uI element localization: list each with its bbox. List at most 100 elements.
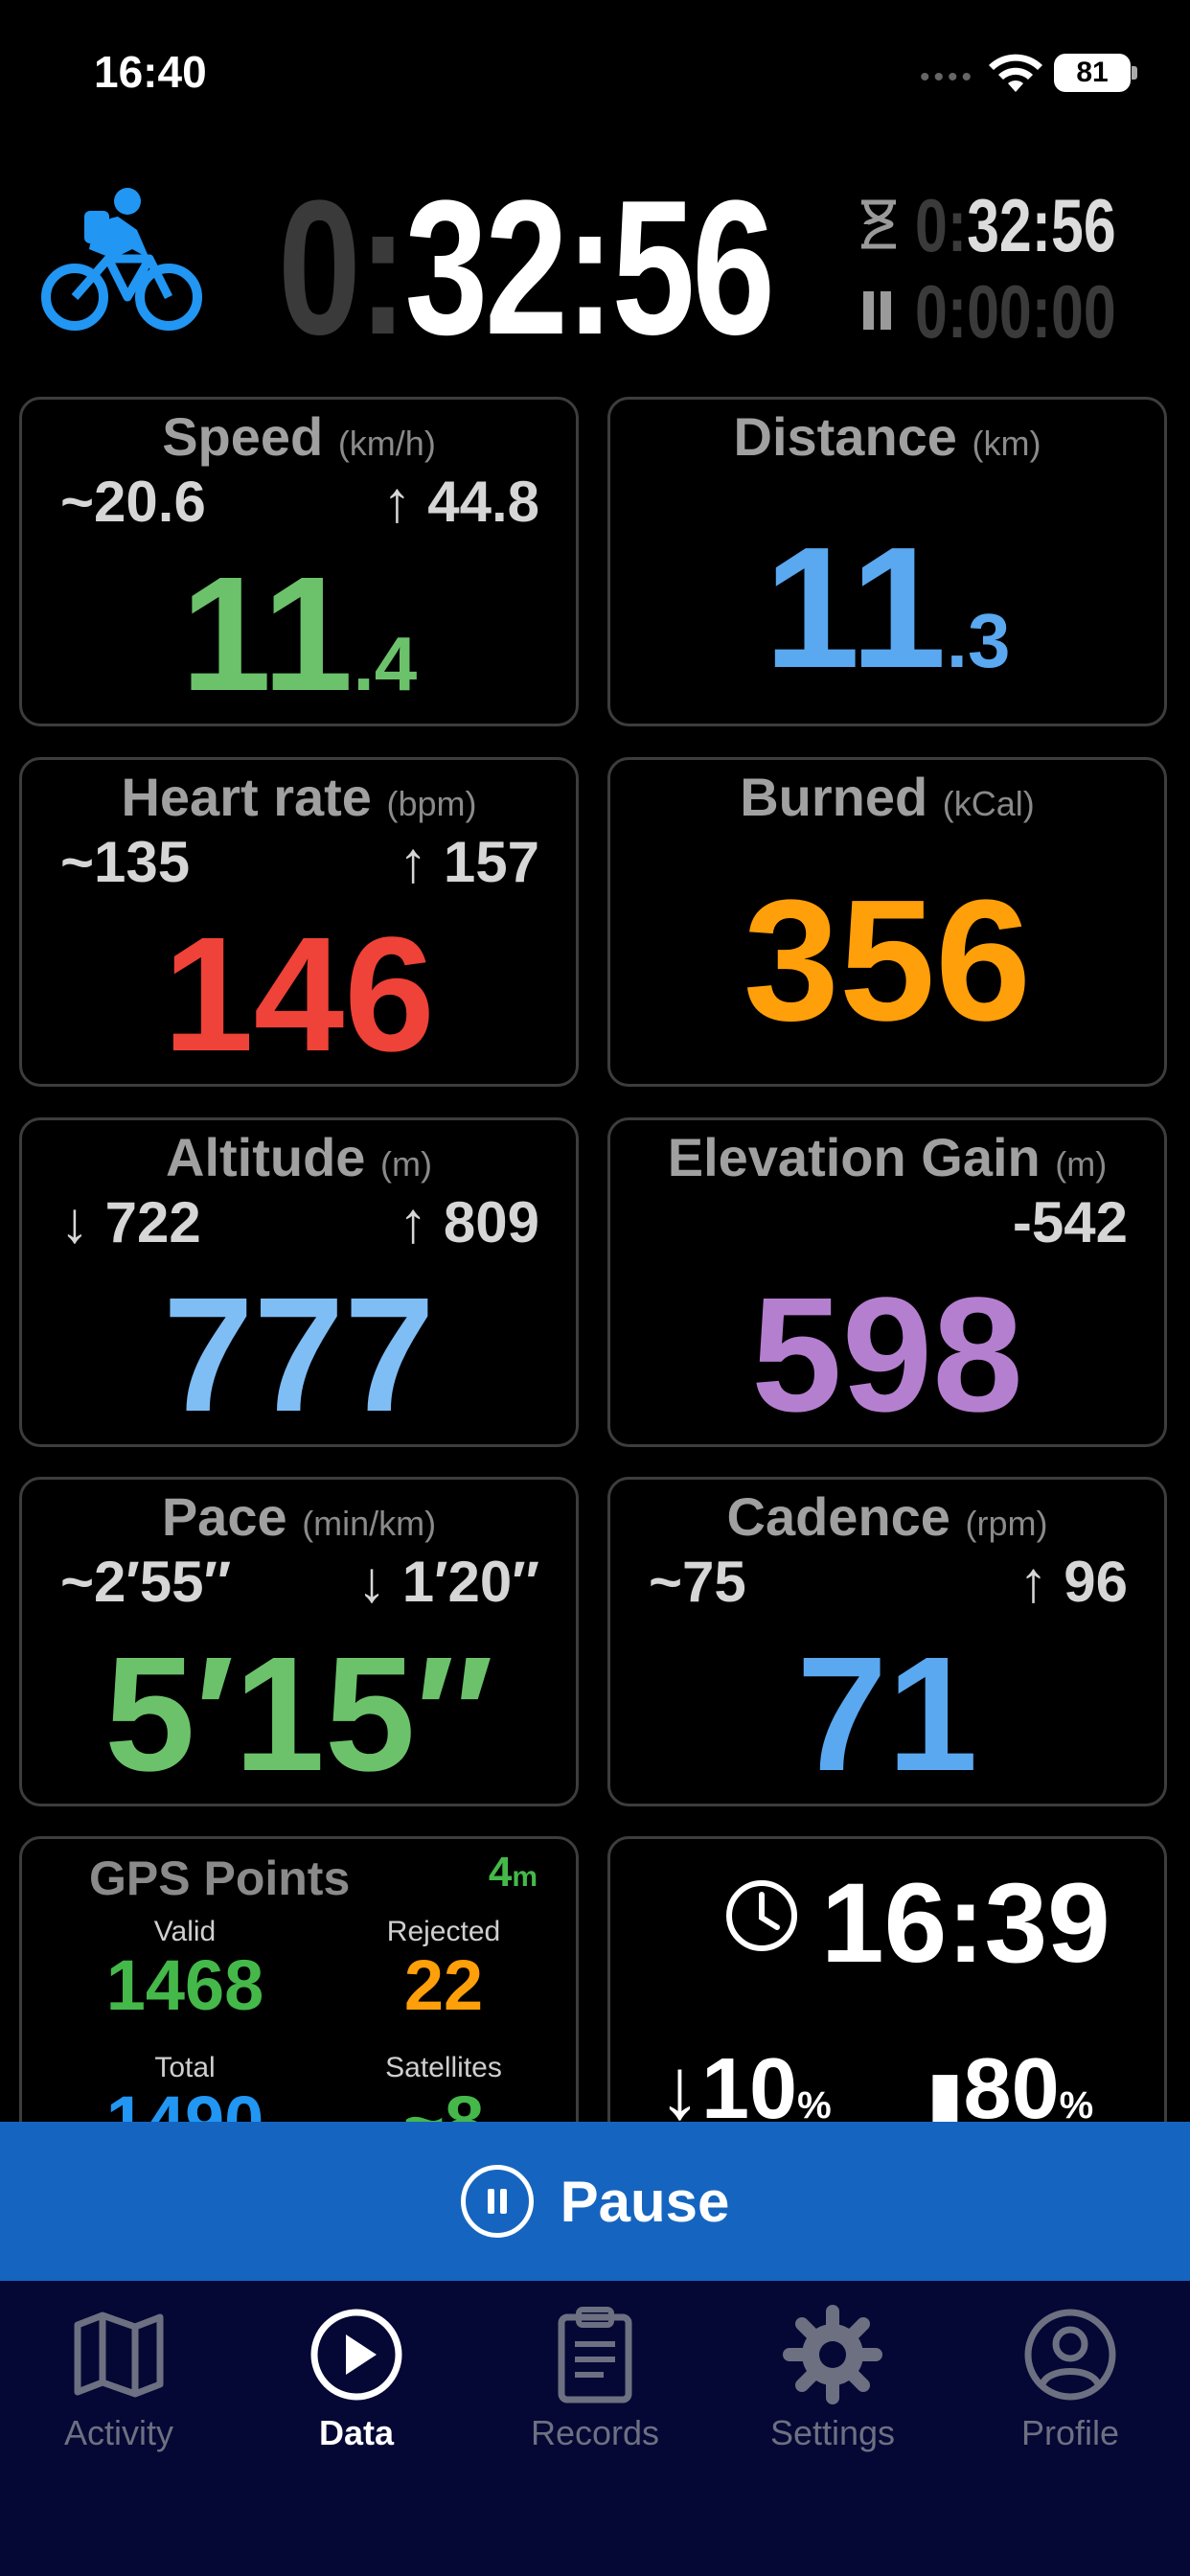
cadence-unit: (rpm)	[965, 1504, 1048, 1543]
hourglass-icon	[861, 199, 896, 249]
pace-value: 5′15″	[104, 1623, 493, 1806]
pace-best: ↓ 1′20″	[357, 1550, 539, 1614]
pace-average: ~2′55″	[60, 1550, 232, 1614]
wifi-icon	[989, 54, 1042, 92]
play-circle-icon	[310, 2309, 402, 2401]
tab-activity[interactable]: Activity	[23, 2302, 215, 2453]
gps-age: 4m	[489, 1849, 538, 1897]
speed-title: Speed (km/h)	[22, 405, 576, 468]
elapsed-timer: 0:32:56	[278, 172, 775, 364]
tab-profile[interactable]: Profile	[974, 2302, 1166, 2453]
cyclist-icon[interactable]	[36, 182, 204, 340]
distance-unit: (km)	[972, 424, 1041, 463]
battery-nub	[1132, 66, 1137, 80]
gps-total-label: Total	[154, 2052, 216, 2083]
distance-label: Distance	[733, 406, 957, 467]
burned-value: 356	[743, 864, 1032, 1057]
pause-button-content[interactable]: Pause	[0, 2122, 1190, 2281]
burned-unit: (kCal)	[942, 784, 1035, 823]
distance-integer: 11	[764, 512, 947, 704]
burned-title: Burned (kCal)	[610, 766, 1164, 828]
cadence-average: ~75	[649, 1550, 746, 1614]
cadence-tile[interactable]: Cadence (rpm) ~75 ↑ 96 71	[607, 1477, 1167, 1806]
cadence-value: 71	[796, 1623, 978, 1806]
elevation-gain-unit: (m)	[1055, 1144, 1108, 1184]
heart-rate-tile[interactable]: Heart rate (bpm) ~135 ↑ 157 146	[19, 757, 579, 1087]
tab-records[interactable]: Records	[499, 2302, 691, 2453]
speed-average: ~20.6	[60, 470, 206, 534]
clock-tile[interactable]: 16:39 ↓10% ▮80%	[607, 1836, 1167, 2166]
burned-label: Burned	[740, 767, 928, 827]
speed-max: ↑ 44.8	[382, 470, 539, 534]
tab-data[interactable]: Data	[261, 2302, 452, 2453]
elevation-gain-title: Elevation Gain (m)	[610, 1126, 1164, 1188]
heart-rate-max: ↑ 157	[399, 830, 539, 894]
tab-records-label: Records	[530, 2413, 660, 2452]
cadence-title: Cadence (rpm)	[610, 1485, 1164, 1548]
heart-rate-label: Heart rate	[121, 767, 372, 827]
moving-time: 0:32:56	[915, 182, 1116, 268]
clipboard-icon	[558, 2307, 632, 2404]
distance-value: 11.3	[610, 522, 1164, 695]
burned-tile[interactable]: Burned (kCal) 356	[607, 757, 1167, 1087]
gps-tile[interactable]: GPS Points 4m Valid 1468 Rejected 22 Tot…	[19, 1836, 579, 2166]
heart-rate-title: Heart rate (bpm)	[22, 766, 576, 828]
cadence-label: Cadence	[726, 1486, 950, 1547]
tab-profile-label: Profile	[1020, 2413, 1120, 2452]
elapsed-timer-main: 32:56	[404, 161, 775, 375]
pause-small-icon	[863, 291, 891, 330]
tab-bar: Activity Data Records Settings Profile	[0, 2281, 1190, 2576]
speed-integer: 11	[180, 543, 354, 725]
speed-decimal: .4	[353, 621, 418, 706]
gps-age-unit: m	[512, 1861, 538, 1893]
speed-tile[interactable]: Speed (km/h) ~20.6 ↑ 44.8 11.4	[19, 397, 579, 726]
pause-button[interactable]: Pause	[0, 2122, 1190, 2281]
pause-label: Pause	[560, 2169, 730, 2234]
gear-icon	[783, 2305, 882, 2404]
elevation-gain-tile[interactable]: Elevation Gain (m) -542 598	[607, 1117, 1167, 1447]
pace-title: Pace (min/km)	[22, 1485, 576, 1548]
pace-tile[interactable]: Pace (min/km) ~2′55″ ↓ 1′20″ 5′15″	[19, 1477, 579, 1806]
heart-rate-average: ~135	[60, 830, 191, 894]
elapsed-timer-hours: 0:	[278, 161, 408, 375]
gps-rejected-label: Rejected	[386, 1916, 501, 1947]
distance-decimal: .3	[946, 598, 1011, 683]
person-circle-icon	[1024, 2309, 1116, 2401]
altitude-max: ↑ 809	[399, 1190, 539, 1254]
tab-settings-label: Settings	[769, 2413, 896, 2452]
pause-icon	[460, 2165, 534, 2238]
speed-unit: (km/h)	[337, 424, 436, 463]
grade-unit: %	[797, 2084, 832, 2127]
gps-title: GPS Points	[89, 1852, 351, 1905]
moving-time-value: 32:56	[967, 183, 1116, 267]
distance-tile[interactable]: Distance (km) 11.3	[607, 397, 1167, 726]
tab-settings[interactable]: Settings	[737, 2302, 928, 2453]
status-time: 16:40	[94, 47, 207, 97]
device-battery-unit: %	[1059, 2084, 1094, 2127]
elevation-loss: -542	[1012, 1190, 1128, 1254]
map-icon	[74, 2312, 164, 2398]
gps-valid-value: 1468	[105, 1945, 264, 2025]
altitude-unit: (m)	[380, 1144, 432, 1184]
altitude-value: 777	[163, 1264, 435, 1446]
battery-indicator: 81	[1054, 54, 1131, 92]
tab-activity-label: Activity	[63, 2413, 173, 2452]
clock-time: 16:39	[821, 1860, 1110, 1987]
cadence-max: ↑ 96	[1018, 1550, 1128, 1614]
gps-rejected-value: 22	[403, 1945, 484, 2025]
altitude-min: ↓ 722	[60, 1190, 201, 1254]
elevation-gain-label: Elevation Gain	[667, 1127, 1041, 1187]
moving-time-hours: 0:	[915, 183, 968, 267]
pace-label: Pace	[161, 1486, 287, 1547]
clock-icon	[726, 1880, 797, 1951]
gps-age-value: 4	[488, 1849, 513, 1896]
gps-valid-label: Valid	[153, 1916, 217, 1947]
elevation-gain-value: 598	[751, 1264, 1023, 1446]
speed-label: Speed	[162, 406, 324, 467]
altitude-title: Altitude (m)	[22, 1126, 576, 1188]
altitude-tile[interactable]: Altitude (m) ↓ 722 ↑ 809 777	[19, 1117, 579, 1447]
gps-rejected: Rejected 22	[338, 1916, 549, 2023]
heart-rate-value: 146	[163, 904, 435, 1086]
paused-time: 0:00:00	[915, 269, 1116, 354]
signal-icon: ••••	[920, 61, 976, 93]
